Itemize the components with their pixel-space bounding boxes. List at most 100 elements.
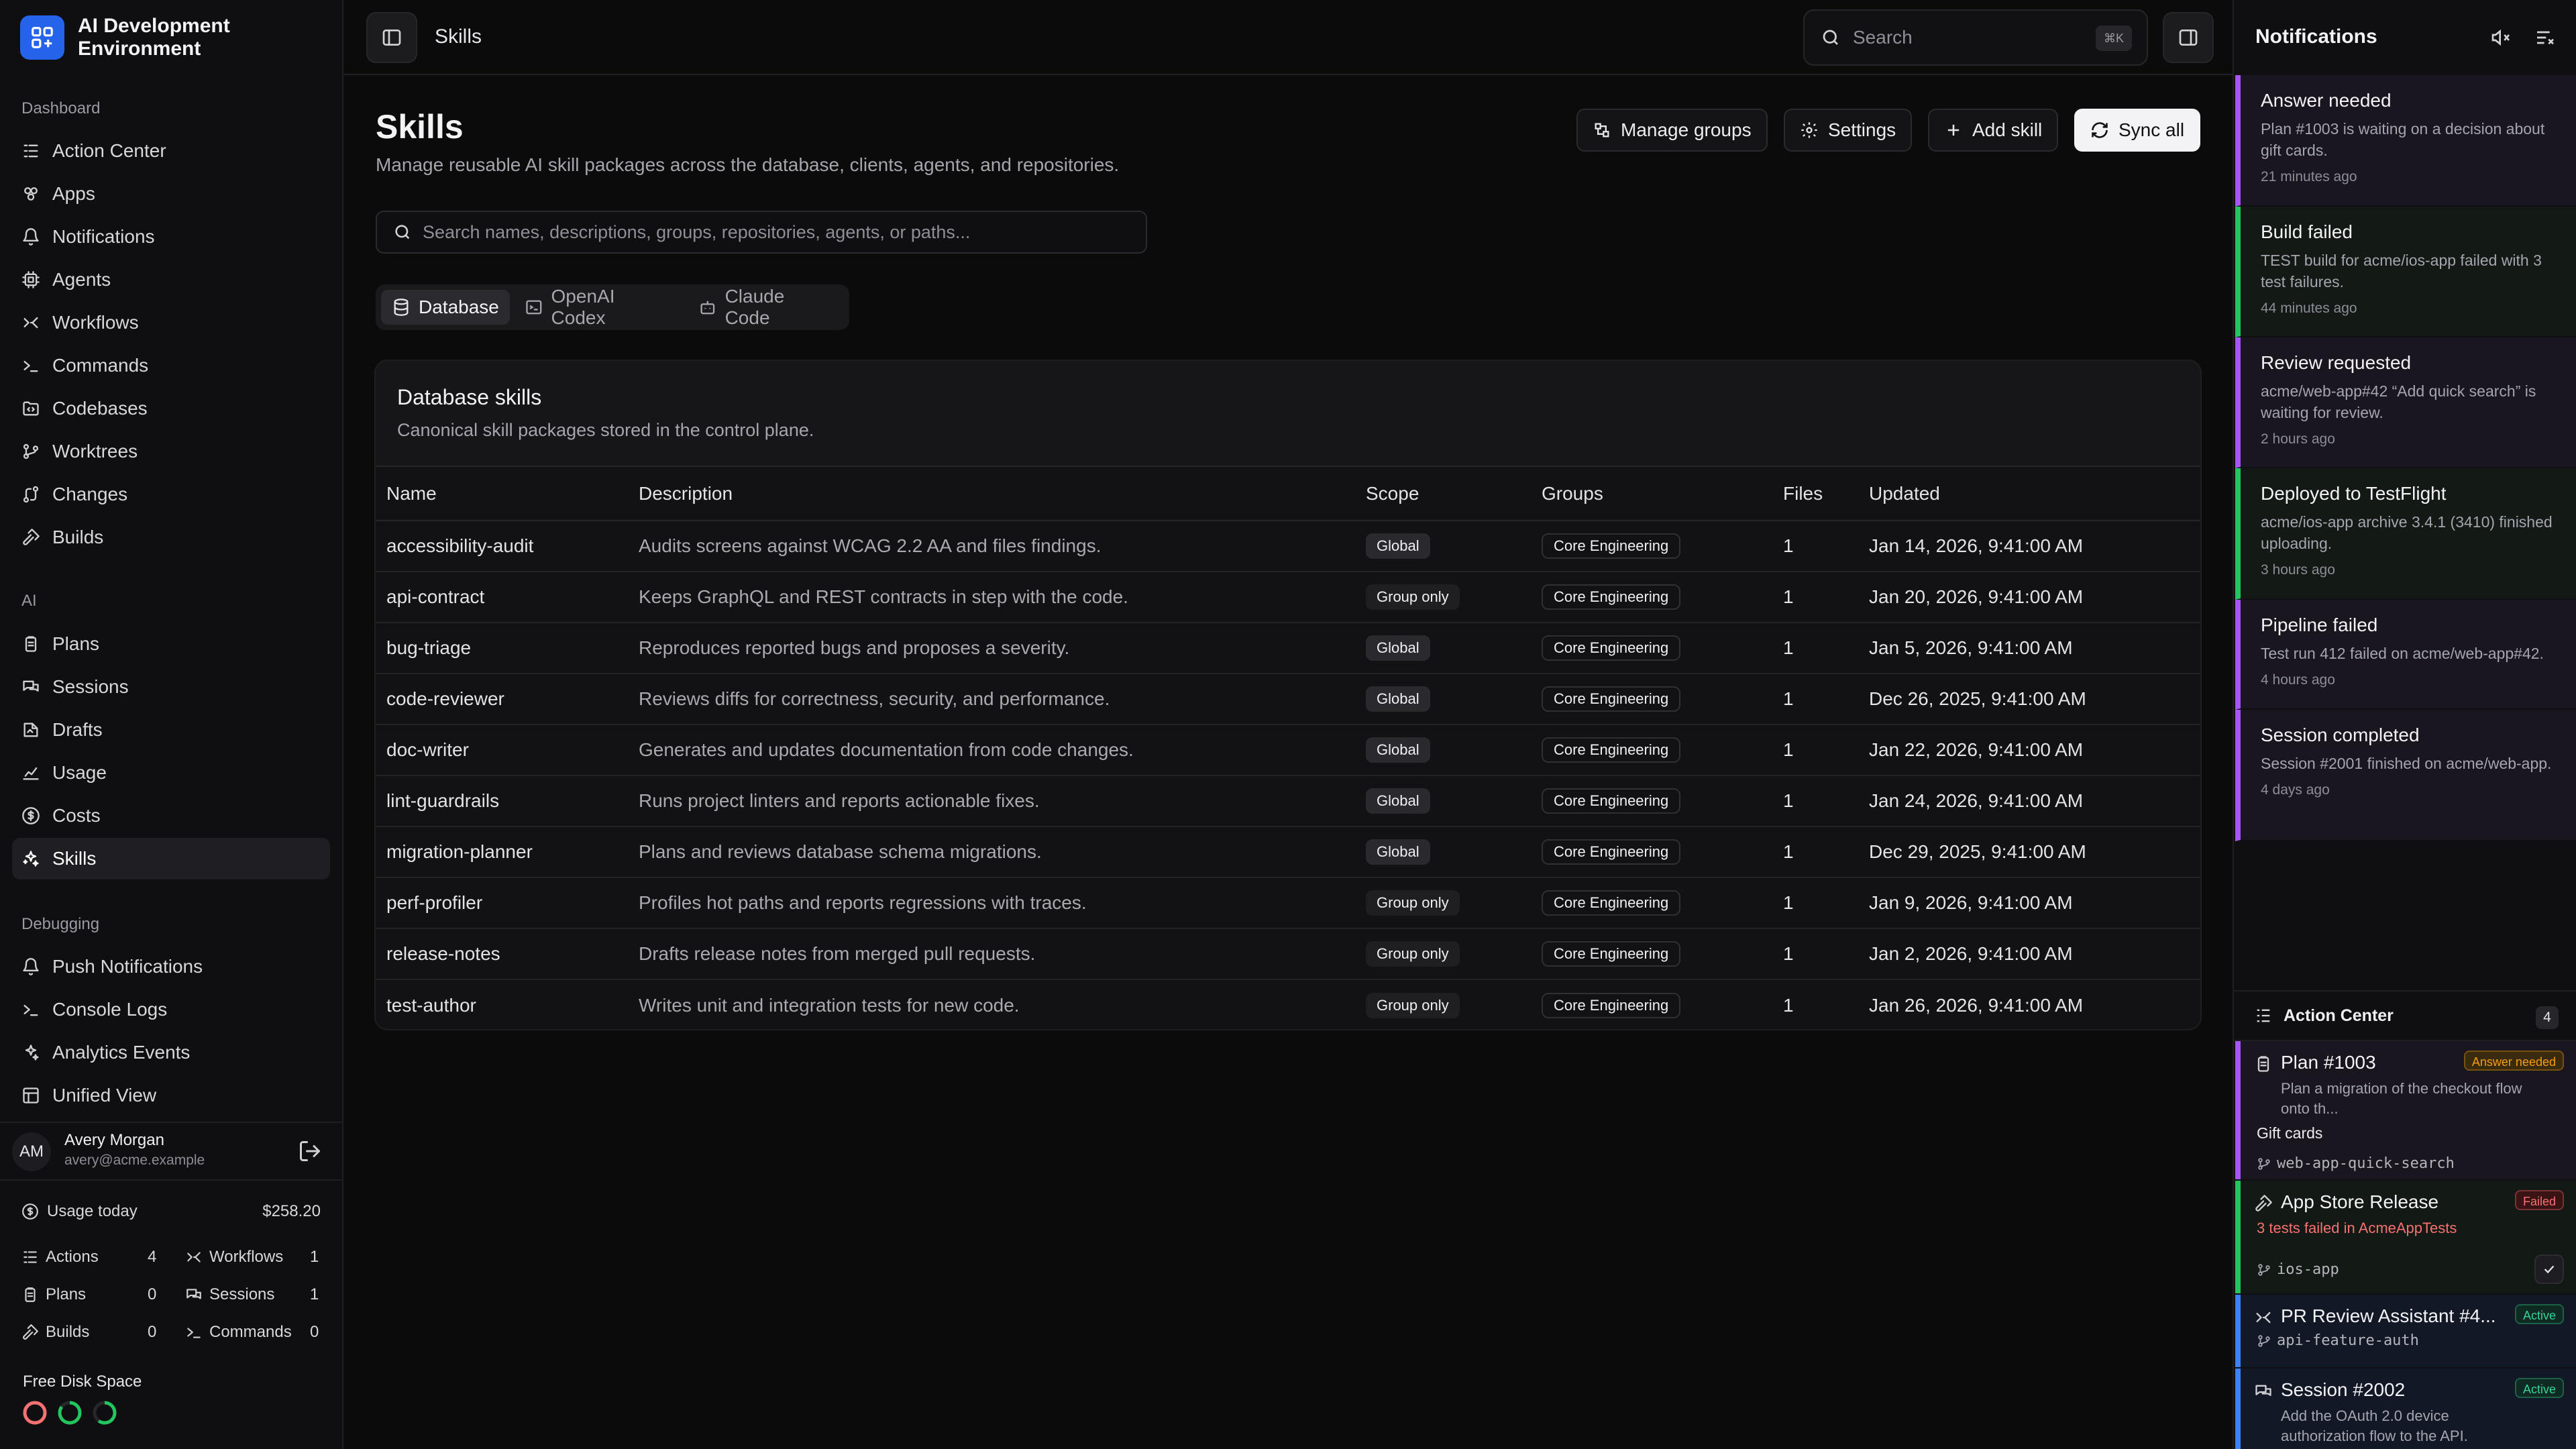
column-header-scope[interactable]: Scope xyxy=(1355,467,1531,521)
sync-icon xyxy=(2092,122,2108,138)
table-row[interactable]: test-author Writes unit and integration t… xyxy=(376,979,2200,1029)
sidebar-item-plans[interactable]: Plans xyxy=(12,623,330,665)
disk-usage-ring[interactable] xyxy=(21,1399,48,1426)
sidebar-item-changes[interactable]: Changes xyxy=(12,474,330,515)
skill-description: Plans and reviews database schema migrat… xyxy=(628,826,1355,878)
sidebar-item-codebases[interactable]: Codebases xyxy=(12,388,330,429)
skills-search-input[interactable]: Search names, descriptions, groups, repo… xyxy=(376,211,1147,254)
group-badge: Core Engineering xyxy=(1542,890,1681,916)
column-header-groups[interactable]: Groups xyxy=(1531,467,1772,521)
table-row[interactable]: release-notes Drafts release notes from m… xyxy=(376,928,2200,980)
action-center-icon xyxy=(21,1248,39,1266)
brand[interactable]: AI Development Environment xyxy=(20,15,299,60)
global-search-input[interactable]: Search ⌘K xyxy=(1803,9,2148,66)
action-item-pr-review-assistant-4[interactable]: PR Review Assistant #4... Active api-featu… xyxy=(2235,1295,2576,1367)
branch-name: api-feature-auth xyxy=(2277,1332,2419,1349)
mute-icon[interactable] xyxy=(2490,27,2512,52)
apps-icon xyxy=(21,184,40,203)
workflow-icon xyxy=(21,313,40,332)
table-row[interactable]: code-reviewer Reviews diffs for correctne… xyxy=(376,674,2200,725)
sidebar-item-push-notifications[interactable]: Push Notifications xyxy=(12,946,330,987)
skills-table: Name Description Scope Groups Files Upda… xyxy=(376,467,2200,1029)
sidebar-item-costs[interactable]: Costs xyxy=(12,795,330,837)
app-title: AI Development Environment xyxy=(78,15,230,60)
tab-claude-code[interactable]: Claude Code xyxy=(688,286,844,328)
logout-icon[interactable] xyxy=(298,1139,322,1163)
action-item-session-2002[interactable]: Session #2002 Active Add the OAuth 2.0 dev… xyxy=(2235,1368,2576,1449)
sidebar-item-apps[interactable]: Apps xyxy=(12,173,330,215)
sidebar-item-analytics-events[interactable]: Analytics Events xyxy=(12,1032,330,1073)
clear-all-icon[interactable] xyxy=(2534,27,2556,52)
clipboard-icon xyxy=(2254,1055,2273,1073)
sidebar-item-unified-view[interactable]: Unified View xyxy=(12,1075,330,1116)
sidebar-item-skills[interactable]: Skills xyxy=(12,838,330,879)
toggle-notifications-button[interactable] xyxy=(2163,12,2214,63)
sidebar-item-builds[interactable]: Builds xyxy=(12,517,330,558)
column-header-updated[interactable]: Updated xyxy=(1858,467,2200,521)
sidebar-item-worktrees[interactable]: Worktrees xyxy=(12,431,330,472)
table-row[interactable]: accessibility-audit Audits screens agains… xyxy=(376,521,2200,572)
sidebar-item-agents[interactable]: Agents xyxy=(12,259,330,301)
settings-button[interactable]: Settings xyxy=(1784,109,1913,152)
add-skill-button[interactable]: Add skill xyxy=(1928,109,2059,152)
action-item-plan-1003[interactable]: Plan #1003 Answer needed Plan a migration … xyxy=(2235,1041,2576,1179)
gear-icon xyxy=(1801,122,1817,138)
skill-groups-cell: Core Engineering xyxy=(1531,623,1772,674)
scope-badge: Group only xyxy=(1366,992,1460,1018)
acknowledge-button[interactable] xyxy=(2534,1254,2564,1284)
tab-database[interactable]: Database xyxy=(381,290,510,325)
table-row[interactable]: doc-writer Generates and updates document… xyxy=(376,724,2200,776)
skill-name: lint-guardrails xyxy=(376,775,628,827)
table-row[interactable]: bug-triage Reproduces reported bugs and p… xyxy=(376,623,2200,674)
table-row[interactable]: api-contract Keeps GraphQL and REST contr… xyxy=(376,572,2200,623)
notification-build-failed[interactable]: Build failed TEST build for acme/ios-app … xyxy=(2235,207,2576,337)
action-item-app-store-release[interactable]: App Store Release Failed 3 tests failed in… xyxy=(2235,1181,2576,1293)
usage-stat-actions: Actions xyxy=(21,1245,99,1269)
sidebar-item-drafts[interactable]: Drafts xyxy=(12,709,330,751)
sidebar-item-commands[interactable]: Commands xyxy=(12,345,330,386)
notification-deployed-to-testflight[interactable]: Deployed to TestFlight acme/ios-app archi… xyxy=(2235,468,2576,600)
tab-openai-codex-label: OpenAI Codex xyxy=(551,286,615,328)
sidebar-item-action-center[interactable]: Action Center xyxy=(12,130,330,172)
disk-usage-ring[interactable] xyxy=(91,1399,118,1426)
user-card[interactable]: AM Avery Morgan avery@acme.example xyxy=(0,1122,342,1181)
avatar: AM xyxy=(12,1132,51,1171)
groups-icon xyxy=(1595,123,1609,138)
sidebar-item-workflows[interactable]: Workflows xyxy=(12,302,330,343)
sidebar-item-usage[interactable]: Usage xyxy=(12,752,330,794)
notification-pipeline-failed[interactable]: Pipeline failed Test run 412 failed on ac… xyxy=(2235,600,2576,710)
action-center-count: 4 xyxy=(2536,1006,2559,1029)
notification-review-requested[interactable]: Review requested acme/web-app#42 “Add qui… xyxy=(2235,337,2576,468)
action-center-header: Action Center 4 xyxy=(2234,990,2576,1041)
notification-body: Plan #1003 is waiting on a decision abou… xyxy=(2261,120,2545,159)
toggle-sidebar-button[interactable] xyxy=(366,12,417,63)
usage-stat-label: Workflows xyxy=(209,1248,284,1266)
scope-badge: Global xyxy=(1366,533,1430,559)
sidebar-item-label: Action Center xyxy=(52,140,166,161)
sync-all-button[interactable]: Sync all xyxy=(2074,109,2201,152)
column-header-name[interactable]: Name xyxy=(376,467,628,521)
sidebar-item-console-logs[interactable]: Console Logs xyxy=(12,989,330,1030)
tab-openai-codex[interactable]: OpenAI Codex xyxy=(514,286,684,328)
branch-icon xyxy=(2257,1263,2271,1277)
column-header-description[interactable]: Description xyxy=(628,467,1355,521)
table-row[interactable]: lint-guardrails Runs project linters and … xyxy=(376,775,2200,827)
sidebar-item-sessions[interactable]: Sessions xyxy=(12,666,330,708)
skill-files: 1 xyxy=(1783,994,1794,1016)
sidebar-item-notifications[interactable]: Notifications xyxy=(12,216,330,258)
action-item-title: App Store Release xyxy=(2281,1191,2439,1212)
add-skill-label: Add skill xyxy=(1972,119,2043,140)
notification-session-completed[interactable]: Session completed Session #2001 finished … xyxy=(2235,710,2576,841)
table-row[interactable]: migration-planner Plans and reviews datab… xyxy=(376,826,2200,878)
table-row[interactable]: perf-profiler Profiles hot paths and repo… xyxy=(376,877,2200,929)
notification-answer-needed[interactable]: Answer needed Plan #1003 is waiting on a … xyxy=(2235,75,2576,207)
hammer-icon xyxy=(21,528,40,547)
manage-groups-button[interactable]: Manage groups xyxy=(1576,109,1768,152)
column-header-files[interactable]: Files xyxy=(1772,467,1858,521)
draft-icon xyxy=(21,720,40,739)
check-icon xyxy=(2544,1265,2555,1274)
nav-section-ai: AI xyxy=(21,592,37,610)
notification-body: TEST build for acme/ios-app failed with … xyxy=(2261,252,2542,290)
database-icon xyxy=(394,299,409,316)
disk-usage-ring[interactable] xyxy=(56,1399,83,1426)
